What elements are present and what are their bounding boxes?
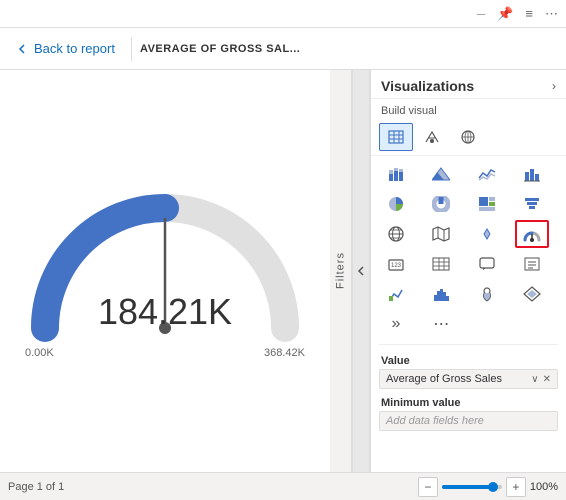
page-title: AVERAGE OF GROSS SAL... — [140, 43, 300, 55]
viz-tab-table[interactable] — [379, 123, 413, 151]
gauge-max-label: 368.42K — [264, 347, 305, 359]
back-arrow-icon — [16, 43, 28, 55]
diamond-icon — [523, 286, 541, 302]
viz-icon-map[interactable] — [424, 220, 458, 248]
table2-icon — [432, 256, 450, 272]
nav-bar: Back to report AVERAGE OF GROSS SAL... — [0, 28, 566, 70]
icon-grid-divider — [379, 344, 558, 345]
viz-icon-location[interactable] — [470, 280, 504, 308]
viz-icon-donut[interactable] — [424, 190, 458, 218]
location-icon — [478, 286, 496, 302]
more-icon[interactable]: ⋯ — [545, 6, 558, 22]
visualizations-panel: Visualizations › Build visual — [370, 70, 566, 472]
field-chevron-icon[interactable]: ∨ — [531, 374, 538, 385]
kpi-icon — [387, 286, 405, 302]
pin-icon[interactable]: 📌 — [497, 6, 513, 22]
funnel-icon — [523, 196, 541, 212]
viz-icon-histogram[interactable] — [424, 280, 458, 308]
histogram-icon — [432, 286, 450, 302]
mountain-icon — [432, 166, 450, 182]
top-bar: ─ 📌 ≡ ⋯ — [0, 0, 566, 28]
report-panel: 184.21K 0.00K 368.42K — [0, 70, 330, 472]
card-icon: 123 — [387, 256, 405, 272]
filters-label: Filters — [335, 253, 347, 290]
globe-icon — [387, 226, 405, 242]
viz-tab-analytics[interactable] — [451, 123, 485, 151]
filters-tab[interactable]: Filters — [330, 70, 352, 472]
bottom-bar: Page 1 of 1 − + 100% — [0, 472, 566, 500]
viz-icon-bar-chart[interactable] — [515, 160, 549, 188]
zoom-percentage: 100% — [530, 481, 558, 493]
viz-panel-arrow[interactable]: › — [552, 79, 556, 93]
zoom-slider[interactable] — [442, 485, 502, 489]
viz-icon-stacked-bar[interactable] — [379, 160, 413, 188]
drag-icon: ─ — [477, 7, 486, 21]
viz-icon-more[interactable]: ⋯ — [424, 310, 458, 338]
scatter-icon — [478, 226, 496, 242]
viz-icon-comment[interactable] — [470, 250, 504, 278]
main-content: 184.21K 0.00K 368.42K Filters Visualizat… — [0, 70, 566, 472]
nav-divider — [131, 37, 132, 61]
viz-panel-header: Visualizations › — [371, 70, 566, 99]
viz-icon-card[interactable]: 123 — [379, 250, 413, 278]
filter-icon[interactable]: ≡ — [525, 6, 533, 21]
gauge-container: 184.21K — [25, 183, 305, 343]
line-icon — [478, 166, 496, 182]
zoom-plus-button[interactable]: + — [506, 477, 526, 497]
value-field-row[interactable]: Average of Gross Sales ∨ ✕ — [379, 369, 558, 389]
treemap-icon — [478, 196, 496, 212]
zoom-slider-thumb — [488, 482, 498, 492]
viz-icon-grid: 123 — [371, 156, 566, 342]
viz-icon-table[interactable] — [424, 250, 458, 278]
field-close-icon[interactable]: ✕ — [543, 374, 551, 385]
viz-icon-kpi[interactable] — [379, 280, 413, 308]
donut-icon — [432, 196, 450, 212]
gauge-area: 184.21K 0.00K 368.42K — [0, 70, 330, 472]
collapse-arrow-icon — [356, 263, 366, 279]
pie-icon — [387, 196, 405, 212]
text-icon — [523, 256, 541, 272]
viz-icon-gauge[interactable] — [515, 220, 549, 248]
back-label: Back to report — [34, 41, 115, 56]
gauge-labels: 0.00K 368.42K — [25, 347, 305, 359]
viz-icon-treemap[interactable] — [470, 190, 504, 218]
viz-icon-diamond[interactable] — [515, 280, 549, 308]
table-icon — [388, 130, 404, 144]
viz-icon-line[interactable] — [470, 160, 504, 188]
viz-icon-scatter[interactable] — [470, 220, 504, 248]
zoom-minus-button[interactable]: − — [418, 477, 438, 497]
min-field-label: Minimum value — [379, 393, 558, 411]
zoom-controls: − + 100% — [418, 477, 558, 497]
value-field-text: Average of Gross Sales — [386, 373, 527, 385]
viz-icon-mountain[interactable] — [424, 160, 458, 188]
collapse-panel-button[interactable] — [352, 70, 370, 472]
min-field-placeholder: Add data fields here — [386, 415, 484, 427]
viz-tab-format[interactable] — [415, 123, 449, 151]
page-info: Page 1 of 1 — [8, 481, 64, 493]
gauge-chart-icon — [523, 227, 541, 242]
analytics-icon — [460, 130, 476, 144]
comment-icon — [478, 256, 496, 272]
viz-tab-row — [371, 121, 566, 156]
viz-icon-pie[interactable] — [379, 190, 413, 218]
format-icon — [424, 130, 440, 144]
viz-icon-globe[interactable] — [379, 220, 413, 248]
viz-icon-text[interactable] — [515, 250, 549, 278]
viz-icon-forward[interactable]: » — [379, 310, 413, 338]
svg-text:123: 123 — [391, 263, 402, 269]
stacked-bar-icon — [387, 166, 405, 182]
viz-panel-title: Visualizations — [381, 78, 474, 94]
back-to-report-button[interactable]: Back to report — [8, 37, 123, 60]
value-field-label: Value — [379, 351, 558, 369]
build-visual-label: Build visual — [371, 99, 566, 121]
bar-chart-icon — [523, 166, 541, 182]
min-field-add[interactable]: Add data fields here — [379, 411, 558, 431]
gauge-value: 184.21K — [98, 291, 232, 333]
map-icon — [432, 226, 450, 242]
viz-icon-funnel[interactable] — [515, 190, 549, 218]
zoom-slider-fill — [442, 485, 490, 489]
gauge-min-label: 0.00K — [25, 347, 54, 359]
fields-section: Value Average of Gross Sales ∨ ✕ Minimum… — [371, 347, 566, 439]
